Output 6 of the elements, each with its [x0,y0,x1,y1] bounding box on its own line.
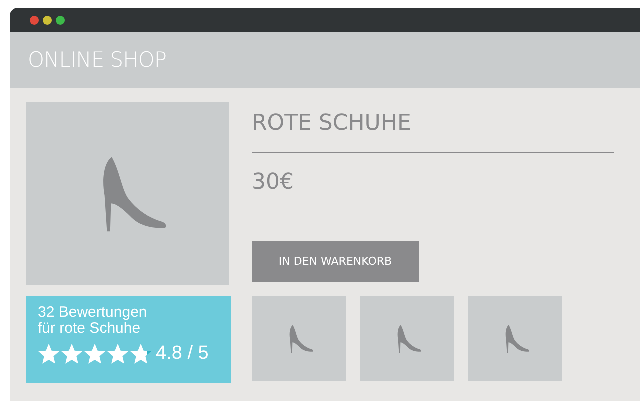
product-name: ROTE SCHUHE [252,111,412,138]
add-to-cart-button[interactable]: IN DEN WARENKORB [252,241,419,282]
rating-score: 4.8 / 5 [156,343,209,365]
review-subject: für rote Schuhe [38,321,141,337]
review-count: 32 Bewertungen [38,305,148,321]
product-price: 30€ [252,170,295,197]
